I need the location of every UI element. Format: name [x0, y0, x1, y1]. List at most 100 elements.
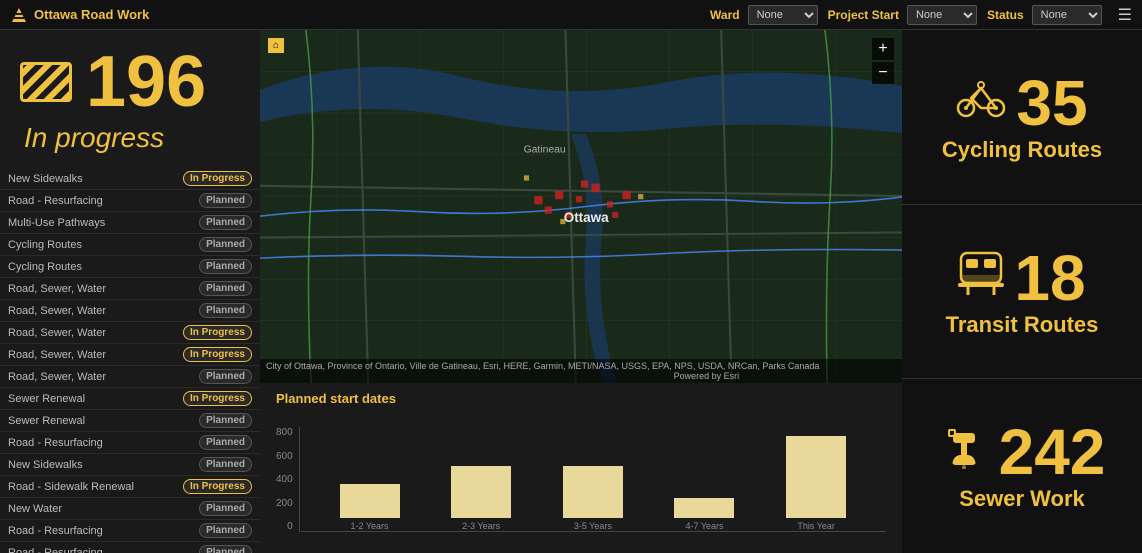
list-item-name: Cycling Routes	[8, 261, 199, 273]
list-item[interactable]: Cycling RoutesPlanned	[0, 256, 260, 278]
list-item-badge: Planned	[199, 259, 252, 274]
project-start-select[interactable]: None	[907, 5, 977, 25]
chart-bar-group: This Year	[766, 436, 866, 531]
list-item[interactable]: Road, Sewer, WaterPlanned	[0, 278, 260, 300]
app-title: Ottawa Road Work	[34, 7, 149, 22]
list-item[interactable]: Road - Sidewalk RenewalIn Progress	[0, 476, 260, 498]
transit-label: Transit Routes	[946, 312, 1099, 338]
total-count: 196	[86, 46, 206, 118]
stats-box: 196 In progress	[0, 30, 260, 164]
list-item-name: New Water	[8, 503, 199, 515]
stats-top: 196	[20, 46, 240, 118]
sewer-icon	[939, 425, 989, 479]
list-item-badge: In Progress	[183, 479, 252, 494]
transit-card: 18 Transit Routes	[902, 205, 1142, 380]
chart-bar-label: 3-5 Years	[574, 521, 612, 531]
in-progress-label: In progress	[20, 122, 240, 154]
list-item-badge: Planned	[199, 281, 252, 296]
list-item[interactable]: Road, Sewer, WaterIn Progress	[0, 322, 260, 344]
cycling-icon	[956, 78, 1006, 128]
chart-bar	[563, 466, 623, 518]
ward-filter: Ward None	[710, 5, 818, 25]
chart-bar-group: 4-7 Years	[655, 498, 755, 531]
list-item-badge: Planned	[199, 523, 252, 538]
list-item[interactable]: New SidewalksIn Progress	[0, 168, 260, 190]
y-label-200: 200	[276, 498, 293, 509]
cone-icon	[10, 6, 28, 24]
cycling-label: Cycling Routes	[942, 137, 1102, 163]
sewer-icon-row: 242	[912, 420, 1132, 484]
list-item-name: Road, Sewer, Water	[8, 349, 183, 361]
list-item[interactable]: New WaterPlanned	[0, 498, 260, 520]
list-item-name: Road, Sewer, Water	[8, 283, 199, 295]
list-item-badge: Planned	[199, 369, 252, 384]
list-item[interactable]: Cycling RoutesPlanned	[0, 234, 260, 256]
list-item-badge: Planned	[199, 193, 252, 208]
list-item-name: Road - Sidewalk Renewal	[8, 481, 183, 493]
header: Ottawa Road Work Ward None Project Start…	[0, 0, 1142, 30]
map-zoom-controls: + −	[872, 38, 894, 84]
zoom-in-button[interactable]: +	[872, 38, 894, 60]
list-item-badge: In Progress	[183, 325, 252, 340]
list-item-badge: Planned	[199, 237, 252, 252]
sewer-number: 242	[999, 420, 1106, 484]
list-item-name: Sewer Renewal	[8, 393, 183, 405]
list-item-name: Road, Sewer, Water	[8, 327, 183, 339]
chart-wrapper: 800 600 400 200 0 1-2 Years2-3 Years3-5 …	[276, 412, 886, 532]
list-item-badge: Planned	[199, 457, 252, 472]
list-item-badge: Planned	[199, 545, 252, 553]
sewer-label: Sewer Work	[959, 486, 1085, 512]
list-item[interactable]: Road - ResurfacingPlanned	[0, 542, 260, 553]
status-label: Status	[987, 8, 1024, 22]
transit-number: 18	[1014, 246, 1085, 310]
road-work-icon	[20, 62, 72, 102]
list-item[interactable]: Sewer RenewalIn Progress	[0, 388, 260, 410]
list-item-name: New Sidewalks	[8, 459, 199, 471]
main-content: 196 In progress New SidewalksIn Progress…	[0, 30, 1142, 553]
chart-bar-group: 1-2 Years	[320, 484, 420, 531]
list-item[interactable]: Road - ResurfacingPlanned	[0, 432, 260, 454]
right-panel: 35 Cycling Routes 18	[902, 30, 1142, 553]
list-item[interactable]: Road, Sewer, WaterPlanned	[0, 366, 260, 388]
chart-area: Planned start dates 800 600 400 200 0 1-…	[260, 383, 902, 553]
y-label-800: 800	[276, 427, 293, 438]
list-item-name: Road - Resurfacing	[8, 437, 199, 449]
list-item[interactable]: Sewer RenewalPlanned	[0, 410, 260, 432]
project-start-filter: Project Start None	[828, 5, 977, 25]
list-item[interactable]: Road, Sewer, WaterPlanned	[0, 300, 260, 322]
chart-bar-label: 4-7 Years	[685, 521, 723, 531]
project-start-label: Project Start	[828, 8, 899, 22]
list-item-name: Road - Resurfacing	[8, 525, 199, 537]
list-item-name: Road, Sewer, Water	[8, 371, 199, 383]
map-home-button[interactable]: ⌂	[268, 38, 284, 53]
zoom-out-button[interactable]: −	[872, 62, 894, 84]
chart-bar	[786, 436, 846, 518]
project-list: New SidewalksIn ProgressRoad - Resurfaci…	[0, 164, 260, 553]
list-item-badge: In Progress	[183, 171, 252, 186]
cycling-icon-row: 35	[912, 71, 1132, 135]
y-axis: 800 600 400 200 0	[276, 427, 293, 532]
status-select[interactable]: None	[1032, 5, 1102, 25]
list-item-name: Road - Resurfacing	[8, 195, 199, 207]
list-item-name: Road, Sewer, Water	[8, 305, 199, 317]
chart-bar	[451, 466, 511, 518]
chart-bar	[674, 498, 734, 518]
svg-text:Gatineau: Gatineau	[524, 145, 566, 156]
list-item-badge: In Progress	[183, 391, 252, 406]
y-label-400: 400	[276, 474, 293, 485]
list-item[interactable]: Multi-Use PathwaysPlanned	[0, 212, 260, 234]
sewer-card: 242 Sewer Work	[902, 379, 1142, 553]
list-item[interactable]: Road - ResurfacingPlanned	[0, 520, 260, 542]
list-item-name: Cycling Routes	[8, 239, 199, 251]
list-item[interactable]: Road - ResurfacingPlanned	[0, 190, 260, 212]
map-container[interactable]: Ottawa Gatineau ⌂ + − City of Ottawa, Pr…	[260, 30, 902, 383]
ward-select[interactable]: None	[748, 5, 818, 25]
list-item[interactable]: New SidewalksPlanned	[0, 454, 260, 476]
list-item-badge: Planned	[199, 501, 252, 516]
chart-bar-group: 3-5 Years	[543, 466, 643, 531]
list-item[interactable]: Road, Sewer, WaterIn Progress	[0, 344, 260, 366]
chart-bar-label: 1-2 Years	[351, 521, 389, 531]
chart-bars: 1-2 Years2-3 Years3-5 Years4-7 YearsThis…	[299, 427, 886, 532]
menu-icon[interactable]: ☰	[1118, 5, 1132, 25]
cycling-card: 35 Cycling Routes	[902, 30, 1142, 205]
